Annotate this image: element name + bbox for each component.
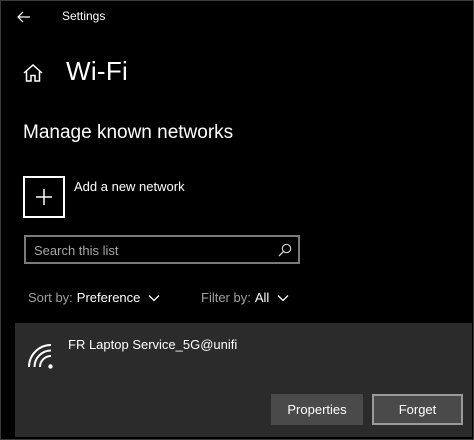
forget-button[interactable]: Forget — [372, 394, 463, 425]
search-icon[interactable] — [277, 242, 293, 258]
app-title: Settings — [62, 9, 106, 23]
page-title: Wi-Fi — [66, 56, 129, 86]
sort-by-value: Preference — [76, 290, 141, 305]
network-list-item[interactable]: FR Laptop Service_5G@unifi Properties Fo… — [15, 323, 472, 437]
filter-by-value: All — [254, 290, 270, 305]
filter-bar: Sort by: Preference Filter by: All — [28, 290, 448, 310]
back-button[interactable] — [10, 6, 38, 28]
sort-by-dropdown[interactable]: Sort by: Preference — [28, 290, 160, 305]
page-header: Wi-Fi — [0, 50, 474, 96]
properties-button[interactable]: Properties — [271, 394, 363, 425]
filter-by-dropdown[interactable]: Filter by: All — [201, 290, 289, 305]
network-name: FR Laptop Service_5G@unifi — [68, 337, 238, 352]
sort-by-label: Sort by: — [28, 290, 73, 305]
add-network-button[interactable]: Add a new network — [23, 176, 283, 218]
plus-icon — [36, 189, 52, 205]
filter-by-label: Filter by: — [201, 290, 251, 305]
add-network-box — [23, 176, 65, 218]
section-heading: Manage known networks — [23, 122, 234, 143]
chevron-down-icon — [277, 294, 289, 301]
home-icon — [23, 63, 43, 82]
search-box[interactable] — [24, 235, 300, 264]
title-bar: Settings — [0, 0, 474, 34]
add-network-label: Add a new network — [74, 179, 185, 194]
chevron-down-icon — [148, 294, 160, 301]
search-input[interactable] — [34, 240, 264, 260]
back-arrow-icon — [17, 11, 30, 23]
wifi-signal-icon — [28, 344, 53, 369]
